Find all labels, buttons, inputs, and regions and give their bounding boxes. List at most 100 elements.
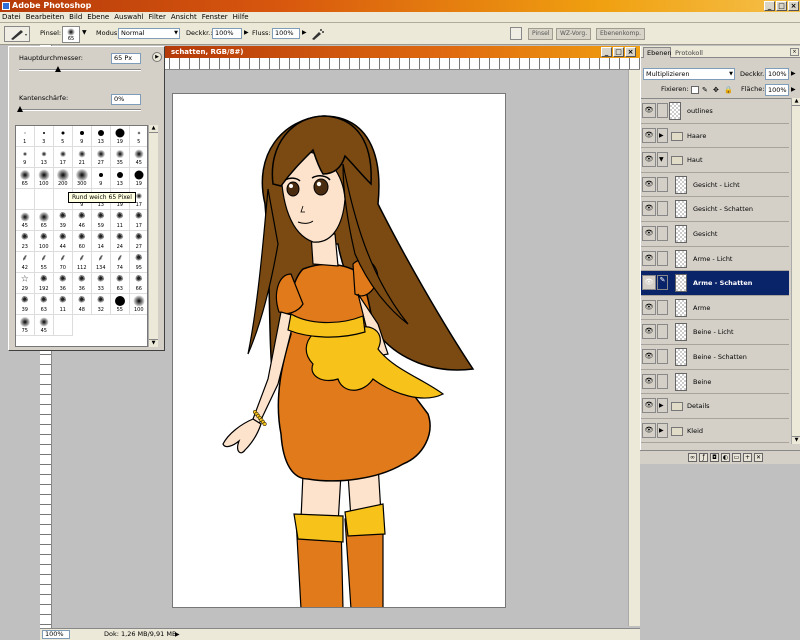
brush-preset-cell[interactable]: ⸙ 70 bbox=[54, 252, 73, 273]
brush-preset-cell[interactable]: 27 bbox=[92, 147, 111, 168]
brush-preset-cell[interactable]: 5 bbox=[54, 126, 73, 147]
brush-preset-cell[interactable]: 13 bbox=[35, 147, 54, 168]
chevron-down-icon[interactable]: ▼ bbox=[82, 29, 87, 36]
brush-preset-cell[interactable]: 5 bbox=[130, 126, 147, 147]
brush-preset-cell[interactable]: ✺ 11 bbox=[111, 210, 130, 231]
visibility-eye-icon[interactable]: 👁 bbox=[642, 398, 656, 414]
chevron-right-icon[interactable]: ▶ bbox=[175, 629, 180, 640]
visibility-eye-icon[interactable]: 👁 bbox=[642, 349, 656, 364]
scroll-up-icon[interactable]: ▲ bbox=[149, 125, 158, 133]
visibility-eye-icon[interactable]: 👁 bbox=[642, 373, 656, 389]
brush-preset-cell[interactable]: ✺ 192 bbox=[35, 273, 54, 294]
hardness-slider[interactable] bbox=[19, 109, 141, 111]
chevron-right-icon[interactable]: ▶ bbox=[244, 29, 249, 36]
document-vertical-scrollbar[interactable] bbox=[628, 70, 640, 626]
visibility-eye-icon[interactable]: 👁 bbox=[642, 176, 656, 192]
close-button[interactable]: × bbox=[788, 1, 799, 11]
tab-layers[interactable]: Ebenen bbox=[643, 47, 671, 58]
doc-maximize-button[interactable]: □ bbox=[613, 47, 624, 57]
brush-preset-cell[interactable]: ✺ 14 bbox=[92, 231, 111, 252]
menu-item-bild[interactable]: Bild bbox=[69, 12, 82, 23]
new-layer-icon[interactable]: + bbox=[743, 453, 752, 462]
brush-preset-cell[interactable]: ✺ 46 bbox=[73, 210, 92, 231]
brush-grid-scrollbar[interactable]: ▲ ▼ bbox=[148, 125, 158, 347]
brush-preset-cell[interactable]: 45 bbox=[35, 315, 54, 336]
lock-all-icon[interactable]: 🔒 bbox=[724, 86, 733, 94]
brush-preset-cell[interactable]: 3 bbox=[35, 126, 54, 147]
canvas-paper[interactable] bbox=[172, 93, 506, 608]
scroll-down-icon[interactable]: ▼ bbox=[149, 339, 158, 347]
layer-row[interactable]: 👁 Gesicht - Licht bbox=[641, 172, 789, 198]
visibility-eye-icon[interactable]: 👁 bbox=[642, 299, 656, 315]
brush-preset-cell[interactable]: 100 bbox=[35, 168, 54, 189]
layer-row[interactable]: 👁 outlines bbox=[641, 99, 789, 124]
layer-row[interactable]: 👁 ▶ Details bbox=[641, 394, 789, 419]
brush-preset-cell[interactable]: ✺ 23 bbox=[16, 231, 35, 252]
fill-input[interactable]: 100% bbox=[765, 84, 789, 96]
layers-list[interactable]: 👁 outlines 👁 ▶ Haare 👁 ▼ Haut 👁 Gesicht - Licht 👁 G… bbox=[641, 98, 791, 444]
brush-preset-cell[interactable]: ⸙ 55 bbox=[35, 252, 54, 273]
brush-preset-cell[interactable]: ✺ 24 bbox=[111, 231, 130, 252]
brush-preset-cell[interactable]: 300 bbox=[73, 168, 92, 189]
brush-preset-cell[interactable]: ⸙ 134 bbox=[92, 252, 111, 273]
brush-preset-cell[interactable]: ✺ 44 bbox=[54, 231, 73, 252]
brush-preset-cell[interactable]: ✺ 33 bbox=[92, 273, 111, 294]
brush-preset-cell[interactable]: ✺ 66 bbox=[130, 273, 147, 294]
menu-item-fenster[interactable]: Fenster bbox=[202, 12, 228, 23]
layer-row[interactable]: 👁 ✎ Arme - Schatten bbox=[641, 271, 789, 296]
layer-link-slot[interactable] bbox=[657, 226, 668, 241]
brush-preset-cell[interactable]: ✺ 36 bbox=[54, 273, 73, 294]
adjustment-layer-icon[interactable]: ◐ bbox=[721, 453, 730, 462]
layer-link-slot[interactable] bbox=[657, 299, 668, 315]
layer-row[interactable]: 👁 ▶ Kleid bbox=[641, 418, 789, 444]
brush-picker[interactable]: 65 bbox=[62, 26, 80, 43]
chevron-right-icon[interactable]: ▶ bbox=[791, 86, 796, 93]
brush-preset-cell[interactable]: ✺ 63 bbox=[111, 273, 130, 294]
scroll-down-icon[interactable]: ▼ bbox=[792, 436, 800, 444]
panel-menu-arrow-icon[interactable]: ▶ bbox=[152, 52, 162, 62]
brush-preset-cell[interactable]: 9 bbox=[92, 168, 111, 189]
menu-item-ebene[interactable]: Ebene bbox=[87, 12, 109, 23]
panel-close-icon[interactable]: × bbox=[790, 48, 799, 56]
brush-preset-cell[interactable]: 13 bbox=[111, 168, 130, 189]
menu-item-ansicht[interactable]: Ansicht bbox=[171, 12, 197, 23]
brush-preset-cell[interactable] bbox=[54, 315, 73, 336]
layer-link-slot[interactable] bbox=[657, 176, 668, 192]
scroll-up-icon[interactable]: ▲ bbox=[792, 98, 800, 106]
tool-preset-picker[interactable] bbox=[4, 26, 30, 42]
layer-link-slot[interactable] bbox=[657, 201, 668, 217]
palette-well-tab-layer-comps[interactable]: Ebenenkomp. bbox=[596, 28, 646, 40]
doc-close-button[interactable]: × bbox=[625, 47, 636, 57]
visibility-eye-icon[interactable]: 👁 bbox=[642, 275, 656, 291]
brush-preset-cell[interactable]: ✺ 39 bbox=[16, 294, 35, 315]
minimize-button[interactable]: _ bbox=[764, 1, 775, 11]
layer-row[interactable]: 👁 Beine bbox=[641, 369, 789, 395]
diameter-slider[interactable] bbox=[19, 69, 141, 71]
layer-link-slot[interactable] bbox=[657, 373, 668, 389]
brush-preset-grid[interactable]: 1 3 5 9 13 19 5 9 13 17 21 27 35 45 65 100 200 300 9 13 19 9 1… bbox=[15, 125, 148, 347]
chevron-down-icon[interactable]: ▼ bbox=[659, 156, 664, 163]
chevron-right-icon[interactable]: ▶ bbox=[659, 132, 664, 139]
delete-layer-icon[interactable]: ✕ bbox=[754, 453, 763, 462]
brush-preset-cell[interactable]: 19 bbox=[111, 126, 130, 147]
document-titlebar[interactable]: schatten, RGB/8#) bbox=[165, 46, 640, 58]
brush-preset-cell[interactable]: 65 bbox=[16, 168, 35, 189]
brush-preset-cell[interactable]: ✺ 59 bbox=[92, 210, 111, 231]
brush-preset-cell[interactable]: 9 bbox=[16, 147, 35, 168]
brush-preset-cell[interactable]: ✺ 39 bbox=[54, 210, 73, 231]
visibility-eye-icon[interactable]: 👁 bbox=[642, 226, 656, 241]
layer-row[interactable]: 👁 ▶ Haare bbox=[641, 123, 789, 149]
layer-link-slot[interactable] bbox=[657, 250, 668, 266]
opacity-input[interactable]: 100% bbox=[212, 28, 242, 39]
palette-well-tab-brushes[interactable]: Pinsel bbox=[528, 28, 554, 40]
brush-preset-cell[interactable]: ✺ 27 bbox=[130, 231, 147, 252]
brush-preset-cell[interactable]: 45 bbox=[16, 210, 35, 231]
brush-preset-cell[interactable]: ✺ 17 bbox=[130, 210, 147, 231]
menu-item-auswahl[interactable]: Auswahl bbox=[114, 12, 143, 23]
doc-minimize-button[interactable]: _ bbox=[601, 47, 612, 57]
layers-scrollbar[interactable]: ▲ ▼ bbox=[791, 98, 800, 444]
zoom-level-input[interactable]: 100% bbox=[42, 630, 70, 639]
blend-mode-select[interactable]: Multiplizieren ▼ bbox=[643, 68, 735, 80]
layer-row[interactable]: 👁 Beine - Schatten bbox=[641, 345, 789, 370]
chevron-right-icon[interactable]: ▶ bbox=[302, 29, 307, 36]
